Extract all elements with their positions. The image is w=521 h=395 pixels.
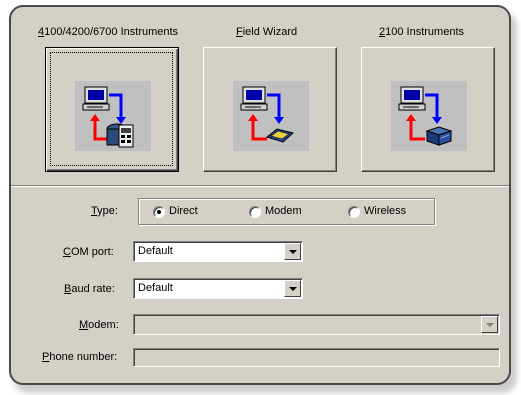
phone-number-input[interactable] (133, 348, 500, 367)
com-port-dropdown-button[interactable] (284, 243, 301, 260)
type-label: Type: (91, 205, 118, 217)
pc-to-portable-instrument-icon (75, 81, 151, 151)
tab-2100-label: 2100 Instruments (379, 26, 464, 38)
instrument-2100-button[interactable] (361, 47, 495, 172)
baud-rate-label: Baud rate: (64, 283, 115, 295)
radio-modem-label[interactable]: Modem (265, 205, 302, 217)
radio-direct-label[interactable]: Direct (169, 205, 198, 217)
section-divider (11, 185, 509, 187)
type-radio-group: Direct Modem Wireless (138, 198, 435, 225)
pc-to-field-wizard-icon (233, 81, 309, 151)
radio-selected-dot (157, 210, 161, 214)
chevron-down-icon (289, 250, 297, 254)
tab-4100-label: 4100/4200/6700 Instruments (38, 26, 179, 38)
com-port-value: Default (138, 245, 173, 257)
chevron-down-icon (289, 287, 297, 291)
modem-dropdown-button[interactable] (481, 316, 498, 333)
connection-panel: 4100/4200/6700 Instruments Field Wizard … (9, 5, 511, 385)
baud-rate-dropdown-button[interactable] (284, 280, 301, 297)
tab-field-wizard-label: Field Wizard (236, 26, 298, 38)
radio-modem-circle[interactable] (249, 206, 261, 218)
radio-wireless-circle[interactable] (348, 206, 360, 218)
pc-to-2100-instrument-icon (391, 81, 467, 151)
radio-direct-circle[interactable] (153, 206, 165, 218)
phone-number-label: Phone number: (42, 351, 118, 363)
chevron-down-icon (486, 323, 494, 327)
instrument-4100-button[interactable] (45, 47, 179, 172)
com-port-label: COM port: (63, 246, 114, 258)
baud-rate-select[interactable]: Default (133, 278, 303, 299)
modem-select[interactable] (133, 314, 500, 335)
baud-rate-value: Default (138, 282, 173, 294)
radio-wireless-label[interactable]: Wireless (364, 205, 406, 217)
modem-label: Modem: (79, 319, 119, 331)
field-wizard-button[interactable] (203, 47, 337, 172)
com-port-select[interactable]: Default (133, 241, 303, 262)
